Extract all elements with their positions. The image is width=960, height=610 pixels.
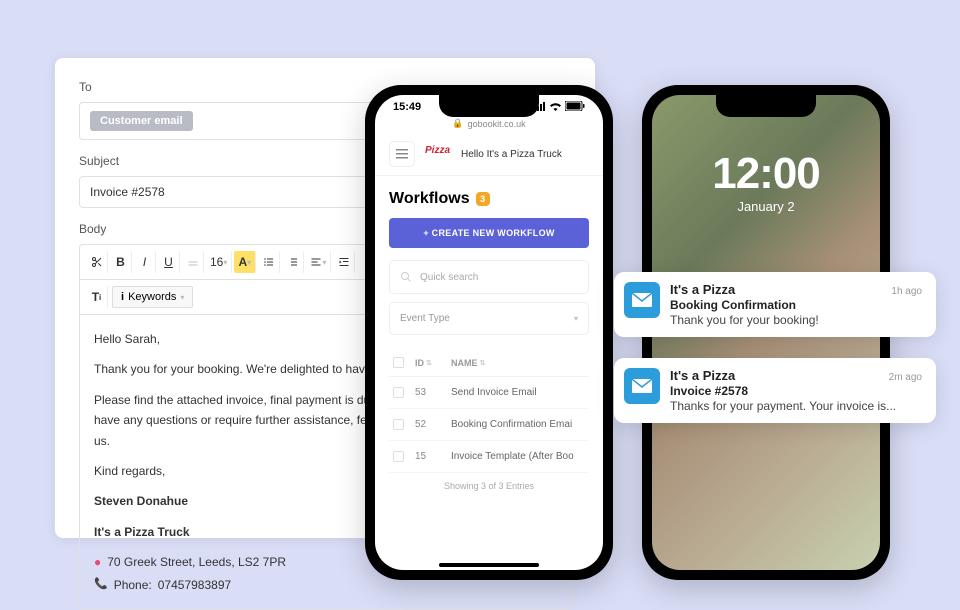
unordered-list-icon[interactable] xyxy=(258,251,280,273)
row-id: 53 xyxy=(415,387,451,398)
notification-time: 1h ago xyxy=(891,286,922,297)
phone-icon: 📞 xyxy=(94,575,108,594)
column-name[interactable]: NAME ⇅ xyxy=(451,357,585,368)
row-checkbox[interactable] xyxy=(393,387,404,398)
outdent-icon[interactable] xyxy=(333,251,355,273)
sort-icon: ⇅ xyxy=(480,359,486,367)
row-name: Send Invoice Email xyxy=(451,387,585,398)
home-indicator[interactable] xyxy=(439,563,539,567)
table-row[interactable]: 15 Invoice Template (After Boo xyxy=(389,441,589,473)
search-placeholder: Quick search xyxy=(420,272,478,283)
notch xyxy=(716,95,816,117)
app-header: Pizza Hello It's a Pizza Truck xyxy=(375,133,603,176)
pagination-text: Showing 3 of 3 Entries xyxy=(389,473,589,499)
row-id: 15 xyxy=(415,451,451,462)
search-icon xyxy=(400,271,412,283)
lock-icon: 🔒 xyxy=(452,118,463,129)
event-type-select[interactable]: Event Type ▾ xyxy=(389,302,589,335)
table-header: ID ⇅ NAME ⇅ xyxy=(389,349,589,377)
chevron-down-icon: ▾ xyxy=(574,314,578,323)
phone-workflows-screen: 15:49 🔒 gobookit.co.uk Pizza Hello It's … xyxy=(375,95,603,570)
workflows-heading: Workflows 3 xyxy=(389,190,589,208)
signature-phone: 07457983897 xyxy=(158,575,231,595)
notification-title: Booking Confirmation xyxy=(670,298,922,312)
battery-icon xyxy=(565,101,585,114)
row-checkbox[interactable] xyxy=(393,451,404,462)
row-name: Invoice Template (After Boo xyxy=(451,451,585,462)
notification-card[interactable]: It's a Pizza 1h ago Booking Confirmation… xyxy=(614,272,936,337)
table-row[interactable]: 53 Send Invoice Email xyxy=(389,377,589,409)
row-name: Booking Confirmation Emai xyxy=(451,419,585,430)
row-id: 52 xyxy=(415,419,451,430)
notification-app: It's a Pizza xyxy=(670,368,735,383)
notification-card[interactable]: It's a Pizza 2m ago Invoice #2578 Thanks… xyxy=(614,358,936,423)
cut-icon[interactable] xyxy=(86,251,108,273)
notification-message: Thank you for your booking! xyxy=(670,313,922,327)
notification-app: It's a Pizza xyxy=(670,282,735,297)
table-row[interactable]: 52 Booking Confirmation Emai xyxy=(389,409,589,441)
workflows-count-badge: 3 xyxy=(476,192,490,206)
pin-icon: ● xyxy=(94,552,101,572)
hamburger-icon xyxy=(396,149,408,159)
notification-message: Thanks for your payment. Your invoice is… xyxy=(670,399,922,413)
row-checkbox[interactable] xyxy=(393,419,404,430)
phone-workflows: 15:49 🔒 gobookit.co.uk Pizza Hello It's … xyxy=(365,85,613,580)
lockscreen-date: January 2 xyxy=(652,199,880,214)
status-time: 15:49 xyxy=(393,101,421,114)
lockscreen-time: 12:00 xyxy=(652,149,880,199)
greeting-text: Hello It's a Pizza Truck xyxy=(461,149,562,160)
mail-icon xyxy=(624,282,660,318)
menu-button[interactable] xyxy=(389,141,415,167)
search-input[interactable]: Quick search xyxy=(389,260,589,294)
wifi-icon xyxy=(549,102,562,114)
sort-icon: ⇅ xyxy=(426,359,432,367)
font-size-select[interactable]: 16 ▾ xyxy=(206,251,232,273)
text-color-button[interactable]: A ▾ xyxy=(234,251,256,273)
notification-title: Invoice #2578 xyxy=(670,384,922,398)
ordered-list-icon[interactable] xyxy=(282,251,304,273)
signature-address: 70 Greek Street, Leeds, LS2 7PR xyxy=(107,552,286,572)
bold-button[interactable]: B xyxy=(110,251,132,273)
text-tool-icon[interactable]: Ti xyxy=(86,286,108,308)
italic-button[interactable]: I xyxy=(134,251,156,273)
column-id[interactable]: ID ⇅ xyxy=(415,357,451,368)
signature-phone-label: Phone: xyxy=(114,575,152,595)
recipient-pill[interactable]: Customer email xyxy=(90,111,193,131)
keywords-dropdown[interactable]: i Keywords ▾ xyxy=(112,286,193,308)
notch xyxy=(439,95,539,117)
select-all-checkbox[interactable] xyxy=(393,357,404,368)
align-icon[interactable]: ▾ xyxy=(306,251,331,273)
mail-icon xyxy=(624,368,660,404)
clear-format-icon[interactable] xyxy=(182,251,204,273)
underline-button[interactable]: U xyxy=(158,251,180,273)
logo: Pizza xyxy=(425,145,451,163)
notification-time: 2m ago xyxy=(889,372,922,383)
url-text: gobookit.co.uk xyxy=(468,119,526,129)
create-workflow-button[interactable]: + CREATE NEW WORKFLOW xyxy=(389,218,589,248)
